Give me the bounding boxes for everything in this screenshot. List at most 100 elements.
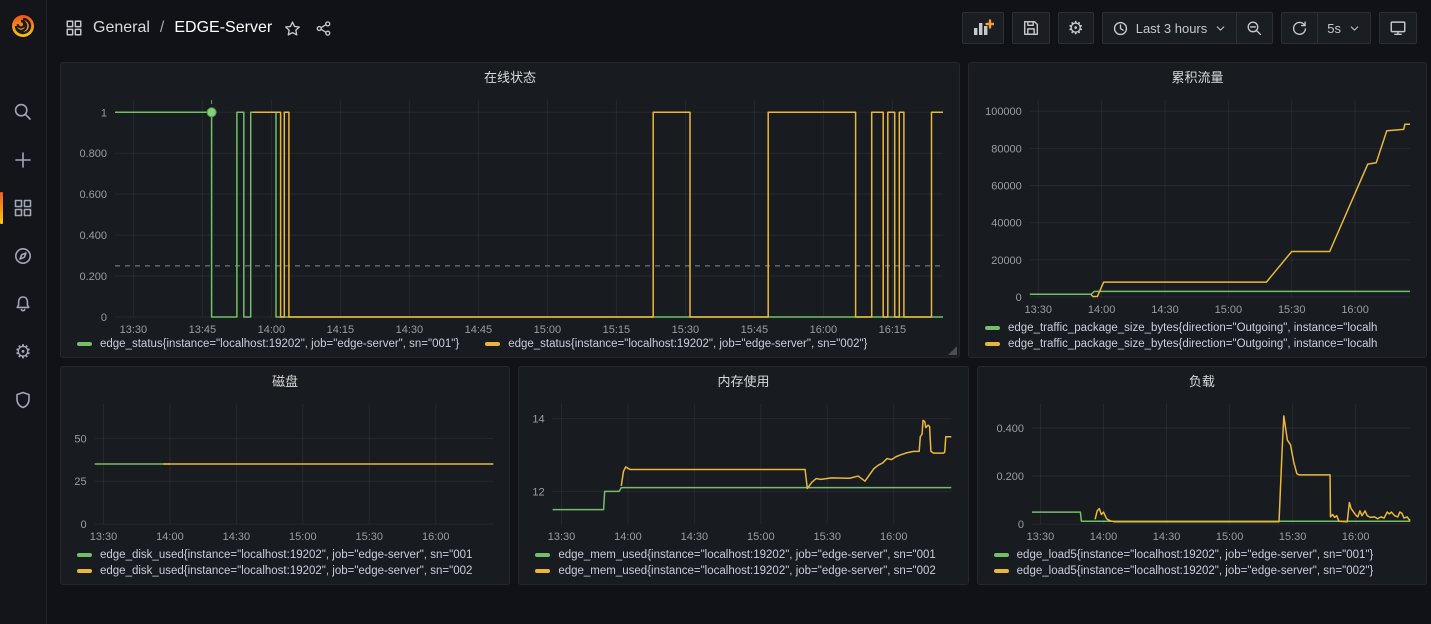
- compass-icon: [13, 246, 33, 266]
- svg-text:13:30: 13:30: [548, 531, 576, 543]
- sidebar-item-search[interactable]: [0, 88, 46, 136]
- add-panel-icon: [972, 18, 994, 38]
- legend-swatch: [77, 342, 92, 346]
- svg-text:15:30: 15:30: [672, 324, 700, 336]
- legend-label: edge_mem_used{instance="localhost:19202"…: [558, 549, 935, 561]
- panel-resize-handle[interactable]: [948, 346, 957, 355]
- grafana-logo[interactable]: [0, 0, 47, 52]
- svg-text:13:45: 13:45: [189, 324, 217, 336]
- panel-title: 磁盘: [272, 371, 298, 390]
- save-dashboard-button[interactable]: [1012, 12, 1050, 44]
- dashboard-grid: 在线状态 13:3013:4514:0014:1514:3014:4515:00…: [47, 56, 1431, 584]
- gear-icon: ⚙: [14, 343, 31, 362]
- refresh-group: 5s: [1281, 12, 1371, 44]
- sidebar-item-explore[interactable]: [0, 232, 46, 280]
- legend-item[interactable]: edge_status{instance="localhost:19202", …: [485, 338, 867, 350]
- share-dashboard-button[interactable]: [313, 18, 334, 39]
- legend-item[interactable]: edge_status{instance="localhost:19202", …: [77, 338, 459, 350]
- disk-chart[interactable]: 13:3014:0014:3015:0015:3016:0002550: [67, 394, 503, 544]
- legend-item[interactable]: edge_mem_used{instance="localhost:19202"…: [535, 549, 959, 561]
- legend-item[interactable]: edge_disk_used{instance="localhost:19202…: [77, 565, 501, 577]
- shield-icon: [13, 390, 33, 410]
- legend-item[interactable]: edge_mem_used{instance="localhost:19202"…: [535, 565, 959, 577]
- svg-text:50: 50: [74, 433, 86, 445]
- panel-load-header[interactable]: 负载: [978, 367, 1426, 394]
- panel-traffic-header[interactable]: 累积流量: [969, 63, 1426, 90]
- online-status-legend: edge_status{instance="localhost:19202", …: [61, 337, 959, 357]
- legend-item[interactable]: edge_load5{instance="localhost:19202", j…: [994, 565, 1418, 577]
- refresh-interval-picker[interactable]: 5s: [1317, 13, 1370, 43]
- svg-text:100000: 100000: [985, 106, 1022, 118]
- svg-text:15:00: 15:00: [534, 324, 562, 336]
- svg-text:0.800: 0.800: [79, 148, 107, 160]
- panel-online-status: 在线状态 13:3013:4514:0014:1514:3014:4515:00…: [60, 62, 960, 358]
- legend-label: edge_status{instance="localhost:19202", …: [100, 338, 459, 350]
- load-legend: edge_load5{instance="localhost:19202", j…: [978, 544, 1426, 584]
- svg-text:16:00: 16:00: [810, 324, 838, 336]
- sidebar-item-configuration[interactable]: ⚙: [0, 328, 46, 376]
- breadcrumb-folder[interactable]: General: [93, 19, 150, 37]
- svg-text:16:15: 16:15: [879, 324, 907, 336]
- add-panel-button[interactable]: [962, 12, 1004, 44]
- zoom-out-time-button[interactable]: [1236, 13, 1272, 43]
- save-icon: [1022, 19, 1040, 37]
- legend-label: edge_disk_used{instance="localhost:19202…: [100, 565, 472, 577]
- refresh-interval-label: 5s: [1327, 21, 1341, 36]
- svg-text:13:30: 13:30: [120, 324, 148, 336]
- clock-icon: [1112, 20, 1129, 37]
- load-chart[interactable]: 13:3014:0014:3015:0015:3016:0000.2000.40…: [984, 394, 1420, 544]
- sidebar-item-dashboards[interactable]: [0, 184, 46, 232]
- svg-text:15:00: 15:00: [289, 531, 317, 543]
- svg-text:0: 0: [101, 312, 107, 324]
- zoom-out-icon: [1246, 20, 1263, 37]
- sidebar-item-create[interactable]: [0, 136, 46, 184]
- breadcrumb-dashboard-title[interactable]: EDGE-Server: [174, 19, 272, 37]
- legend-swatch: [985, 326, 1000, 330]
- svg-text:14:00: 14:00: [1088, 304, 1116, 316]
- memory-chart[interactable]: 13:3014:0014:3015:0015:3016:001214: [525, 394, 961, 544]
- traffic-legend: edge_traffic_package_size_bytes{directio…: [969, 317, 1426, 357]
- online-status-chart[interactable]: 13:3013:4514:0014:1514:3014:4515:0015:15…: [67, 90, 953, 337]
- traffic-chart[interactable]: 13:3014:0014:3015:0015:3016:000200004000…: [975, 90, 1420, 317]
- legend-swatch: [535, 553, 550, 557]
- svg-text:13:30: 13:30: [1024, 304, 1052, 316]
- dashboard-settings-button[interactable]: ⚙: [1058, 12, 1094, 44]
- panel-memory-header[interactable]: 内存使用: [519, 367, 967, 394]
- cycle-view-mode-button[interactable]: [1379, 12, 1417, 44]
- sidebar: ⚙: [0, 0, 47, 624]
- legend-swatch: [994, 569, 1009, 573]
- panel-online-status-header[interactable]: 在线状态: [61, 63, 959, 90]
- svg-text:40000: 40000: [991, 218, 1022, 230]
- refresh-button[interactable]: [1282, 13, 1317, 43]
- legend-label: edge_traffic_package_size_bytes{directio…: [1008, 338, 1377, 350]
- svg-text:14:30: 14:30: [1152, 531, 1180, 543]
- sidebar-item-alerting[interactable]: [0, 280, 46, 328]
- svg-text:15:00: 15:00: [1215, 531, 1243, 543]
- svg-text:1: 1: [101, 107, 107, 119]
- legend-swatch: [485, 342, 500, 346]
- favorite-star-button[interactable]: [282, 18, 303, 39]
- svg-text:13:30: 13:30: [1026, 531, 1054, 543]
- svg-text:15:00: 15:00: [1215, 304, 1243, 316]
- panel-disk-header[interactable]: 磁盘: [61, 367, 509, 394]
- legend-item[interactable]: edge_load5{instance="localhost:19202", j…: [994, 549, 1418, 561]
- svg-text:15:00: 15:00: [747, 531, 775, 543]
- legend-item[interactable]: edge_traffic_package_size_bytes{directio…: [985, 322, 1418, 334]
- legend-swatch: [535, 569, 550, 573]
- panel-title: 累积流量: [1171, 67, 1223, 86]
- legend-swatch: [994, 553, 1009, 557]
- svg-text:14:45: 14:45: [465, 324, 493, 336]
- disk-legend: edge_disk_used{instance="localhost:19202…: [61, 544, 509, 584]
- dashboards-grid-icon: [13, 198, 33, 218]
- refresh-icon: [1291, 20, 1308, 37]
- chevron-down-icon: [1214, 22, 1227, 35]
- legend-item[interactable]: edge_disk_used{instance="localhost:19202…: [77, 549, 501, 561]
- legend-item[interactable]: edge_traffic_package_size_bytes{directio…: [985, 338, 1418, 350]
- svg-text:0: 0: [1016, 292, 1022, 304]
- svg-text:0.600: 0.600: [79, 189, 107, 201]
- svg-text:14:30: 14:30: [681, 531, 709, 543]
- time-range-picker[interactable]: Last 3 hours: [1103, 13, 1237, 43]
- svg-text:0.400: 0.400: [79, 230, 107, 242]
- legend-swatch: [77, 569, 92, 573]
- sidebar-item-server-admin[interactable]: [0, 376, 46, 424]
